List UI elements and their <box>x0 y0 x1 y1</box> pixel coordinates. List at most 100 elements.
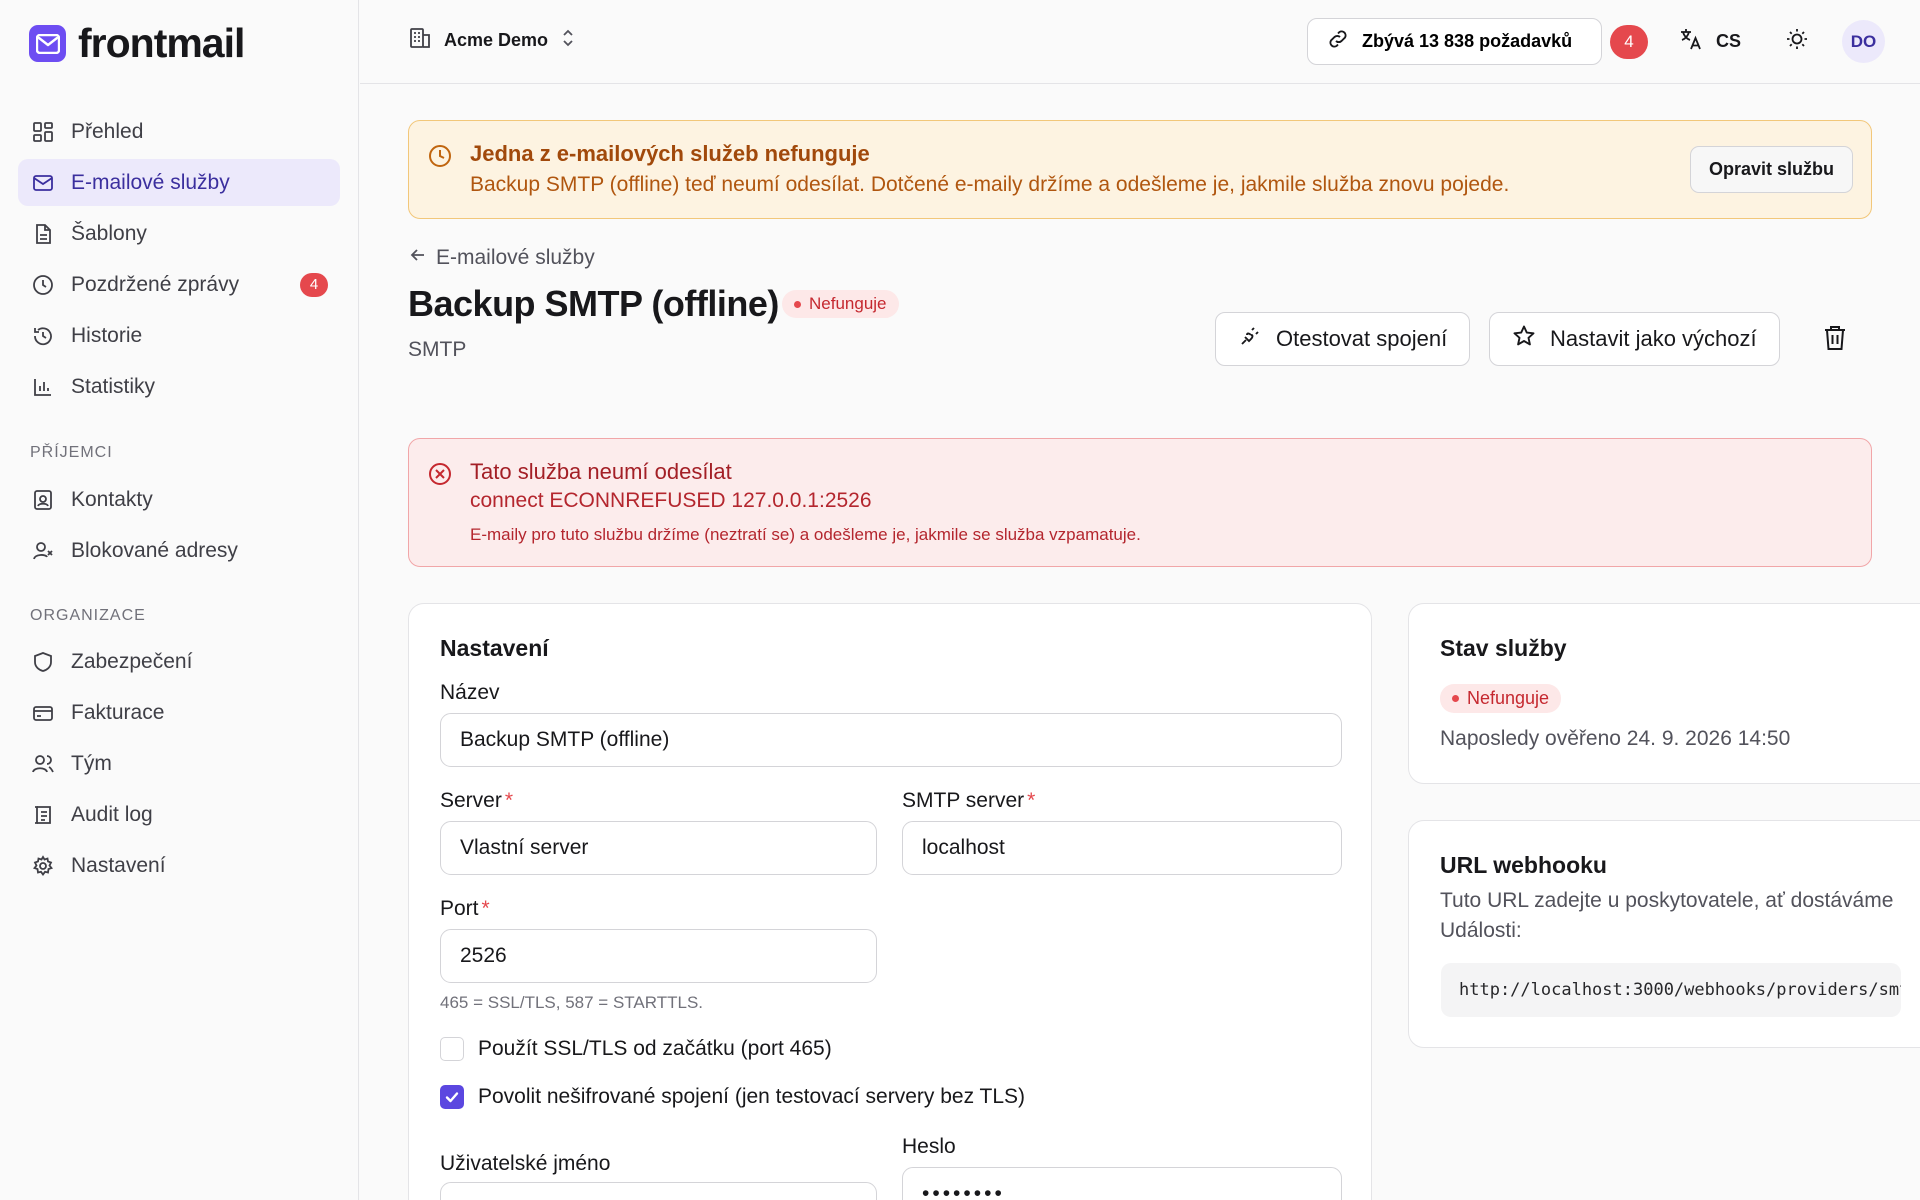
webhook-events-label: Události: <box>1440 919 1522 942</box>
sidebar: frontmail Přehled E-mailové služby Šablo… <box>0 0 359 1200</box>
sidebar-item-label: Zabezpečení <box>71 649 193 673</box>
sidebar-item-email-services[interactable]: E-mailové služby <box>18 159 340 206</box>
port-hint: 465 = SSL/TLS, 587 = STARTTLS. <box>440 993 704 1012</box>
sidebar-item-templates[interactable]: Šablony <box>18 210 340 257</box>
password-label: Heslo <box>902 1135 956 1158</box>
back-link-label: E-mailové služby <box>436 246 595 269</box>
error-note: E-maily pro tuto službu držíme (neztratí… <box>470 525 1141 544</box>
username-label: Uživatelské jméno <box>440 1152 611 1175</box>
provider-type: SMTP <box>408 338 467 361</box>
contact-card-icon <box>30 487 56 513</box>
ssl-checkbox-label: Použít SSL/TLS od začátku (port 465) <box>478 1037 832 1060</box>
warning-title: Jedna z e-mailových služeb nefunguje <box>470 141 870 166</box>
webhook-card: URL webhooku Tuto URL zadejte u poskytov… <box>1408 820 1920 1048</box>
language-code: CS <box>1716 31 1742 51</box>
status-label: Nefunguje <box>809 294 887 313</box>
set-default-label: Nastavit jako výchozí <box>1550 326 1757 351</box>
language-switcher[interactable]: CS <box>1678 26 1741 57</box>
sidebar-item-label: E-mailové služby <box>71 170 230 194</box>
error-code: connect ECONNREFUSED 127.0.0.1:2526 <box>470 489 872 512</box>
insecure-checkbox-row[interactable]: Povolit nešifrované spojení (jen testova… <box>440 1085 1025 1109</box>
sidebar-item-history[interactable]: Historie <box>18 312 340 359</box>
port-label-text: Port <box>440 897 479 920</box>
org-switcher[interactable]: Acme Demo <box>408 26 576 55</box>
sidebar-item-label: Nastavení <box>71 853 166 877</box>
sidebar-item-prehled[interactable]: Přehled <box>18 108 340 155</box>
password-input[interactable]: •••••••• <box>902 1167 1342 1200</box>
status-dot <box>794 300 801 308</box>
avatar[interactable]: DO <box>1842 20 1885 63</box>
sidebar-item-contacts[interactable]: Kontakty <box>18 476 340 523</box>
port-input[interactable]: 2526 <box>440 929 877 983</box>
dashboard-icon <box>30 119 56 145</box>
quota-button[interactable]: Zbývá 13 838 požadavků <box>1307 18 1602 65</box>
sidebar-item-billing[interactable]: Fakturace <box>18 689 340 736</box>
history-icon <box>30 323 56 349</box>
name-label: Název <box>440 681 500 704</box>
ssl-checkbox-row[interactable]: Použít SSL/TLS od začátku (port 465) <box>440 1037 832 1061</box>
sidebar-item-label: Šablony <box>71 221 147 245</box>
server-select[interactable]: Vlastní server <box>440 821 877 875</box>
shield-icon <box>30 649 56 675</box>
sidebar-item-label: Fakturace <box>71 700 165 724</box>
server-label: Server * <box>440 789 513 813</box>
section-label-recipients: PŘÍJEMCI <box>30 444 113 461</box>
sidebar-item-label: Historie <box>71 323 143 347</box>
brand-logo[interactable]: frontmail <box>29 20 245 67</box>
sidebar-item-statistics[interactable]: Statistiky <box>18 363 340 410</box>
sidebar-item-audit-log[interactable]: Audit log <box>18 791 340 838</box>
smtp-server-label-text: SMTP server <box>902 789 1025 812</box>
settings-card: Nastavení Název Backup SMTP (offline) Se… <box>408 603 1372 1200</box>
sidebar-item-label: Statistiky <box>71 374 156 398</box>
webhook-url[interactable]: http://localhost:3000/webhooks/providers… <box>1441 963 1901 1017</box>
sidebar-item-label: Blokované adresy <box>71 538 238 562</box>
test-connection-button[interactable]: Otestovat spojení <box>1215 312 1471 366</box>
sidebar-item-blocked[interactable]: Blokované adresy <box>18 527 340 574</box>
sidebar-item-team[interactable]: Tým <box>18 740 340 787</box>
sidebar-item-held-messages[interactable]: Pozdržené zprávy 4 <box>18 261 340 308</box>
credit-card-icon <box>30 700 56 726</box>
smtp-server-label: SMTP server * <box>902 789 1035 813</box>
gear-icon <box>30 853 56 879</box>
settings-title: Nastavení <box>440 635 549 661</box>
insecure-checkbox[interactable] <box>440 1085 464 1109</box>
service-warning-banner: Jedna z e-mailových služeb nefunguje Bac… <box>408 120 1872 219</box>
users-icon <box>30 751 56 777</box>
webhook-title: URL webhooku <box>1440 852 1607 878</box>
service-status-card: Stav služby Nefunguje Naposledy ověřeno … <box>1408 603 1920 784</box>
audit-log-icon <box>30 802 56 828</box>
set-default-button[interactable]: Nastavit jako výchozí <box>1489 312 1780 366</box>
file-text-icon <box>30 221 56 247</box>
check-icon <box>445 1092 459 1103</box>
server-label-text: Server <box>440 789 502 812</box>
required-marker: * <box>1027 789 1036 812</box>
back-link[interactable]: E-mailové služby <box>408 245 595 271</box>
sidebar-item-label: Tým <box>71 751 112 775</box>
quota-label: Zbývá 13 838 požadavků <box>1362 31 1573 51</box>
page-title: Backup SMTP (offline) <box>408 283 779 324</box>
username-input[interactable] <box>440 1182 877 1200</box>
ssl-checkbox[interactable] <box>440 1037 464 1061</box>
sun-icon[interactable] <box>1784 26 1810 57</box>
section-label-organization: ORGANIZACE <box>30 607 146 624</box>
x-circle-icon <box>427 461 453 492</box>
sidebar-item-security[interactable]: Zabezpečení <box>18 638 340 685</box>
building-icon <box>408 26 432 55</box>
trash-icon[interactable] <box>1822 324 1848 357</box>
service-status-badge: Nefunguje <box>1440 684 1562 713</box>
smtp-host-input[interactable]: localhost <box>902 821 1342 875</box>
notifications-badge[interactable]: 4 <box>1610 25 1648 59</box>
error-title: Tato služba neumí odesílat <box>470 459 732 484</box>
sidebar-item-label: Přehled <box>71 119 144 143</box>
sidebar-item-settings[interactable]: Nastavení <box>18 842 340 889</box>
insecure-checkbox-label: Povolit nešifrované spojení (jen testova… <box>478 1085 1026 1108</box>
status-badge: Nefunguje <box>782 290 899 318</box>
user-block-icon <box>30 538 56 564</box>
fix-service-button[interactable]: Opravit službu <box>1690 146 1853 193</box>
arrow-left-icon <box>408 245 428 271</box>
link-icon <box>1326 27 1350 56</box>
webhook-description: Tuto URL zadejte u poskytovatele, ať dos… <box>1440 889 1894 912</box>
plug-icon <box>1238 324 1262 354</box>
sidebar-item-label: Pozdržené zprávy <box>71 272 240 296</box>
name-input[interactable]: Backup SMTP (offline) <box>440 713 1342 767</box>
